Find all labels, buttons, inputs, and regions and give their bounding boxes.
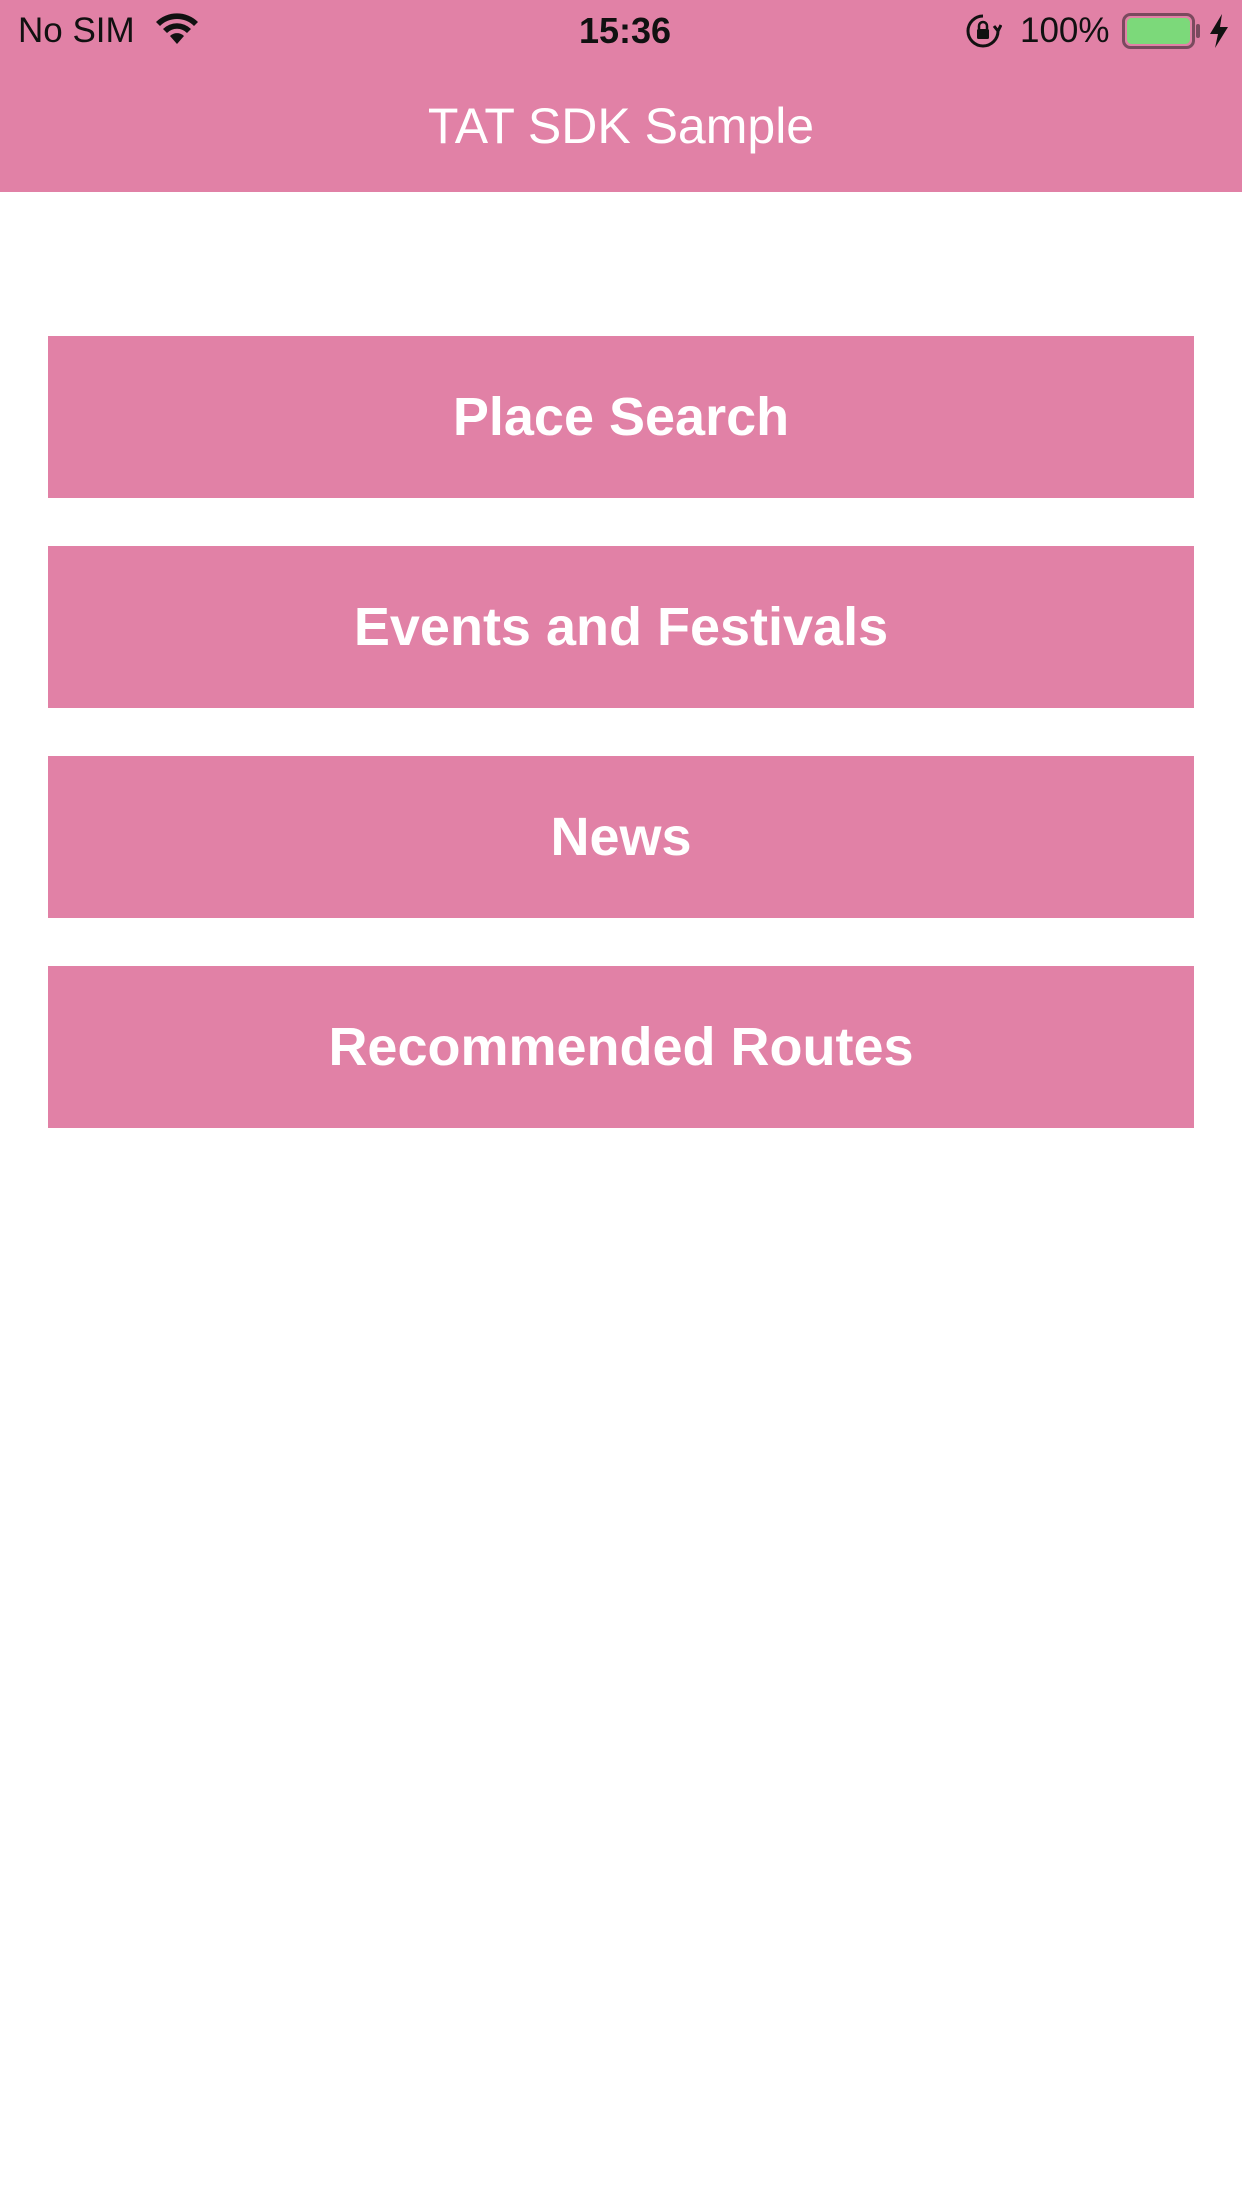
top-bar: No SIM 15:36 100% TAT SDK Sample xyxy=(0,0,1242,192)
events-and-festivals-button[interactable]: Events and Festivals xyxy=(48,546,1194,708)
status-bar: No SIM 15:36 100% xyxy=(0,0,1242,62)
charging-bolt-icon xyxy=(1210,14,1228,48)
battery-icon xyxy=(1122,13,1200,49)
news-button[interactable]: News xyxy=(48,756,1194,918)
nav-title: TAT SDK Sample xyxy=(427,98,815,154)
battery-percent: 100% xyxy=(1020,11,1110,50)
rotation-lock-icon xyxy=(966,14,1002,48)
recommended-routes-button[interactable]: Recommended Routes xyxy=(48,966,1194,1128)
place-search-button[interactable]: Place Search xyxy=(48,336,1194,498)
menu-list: Place Search Events and Festivals News R… xyxy=(48,336,1194,1176)
